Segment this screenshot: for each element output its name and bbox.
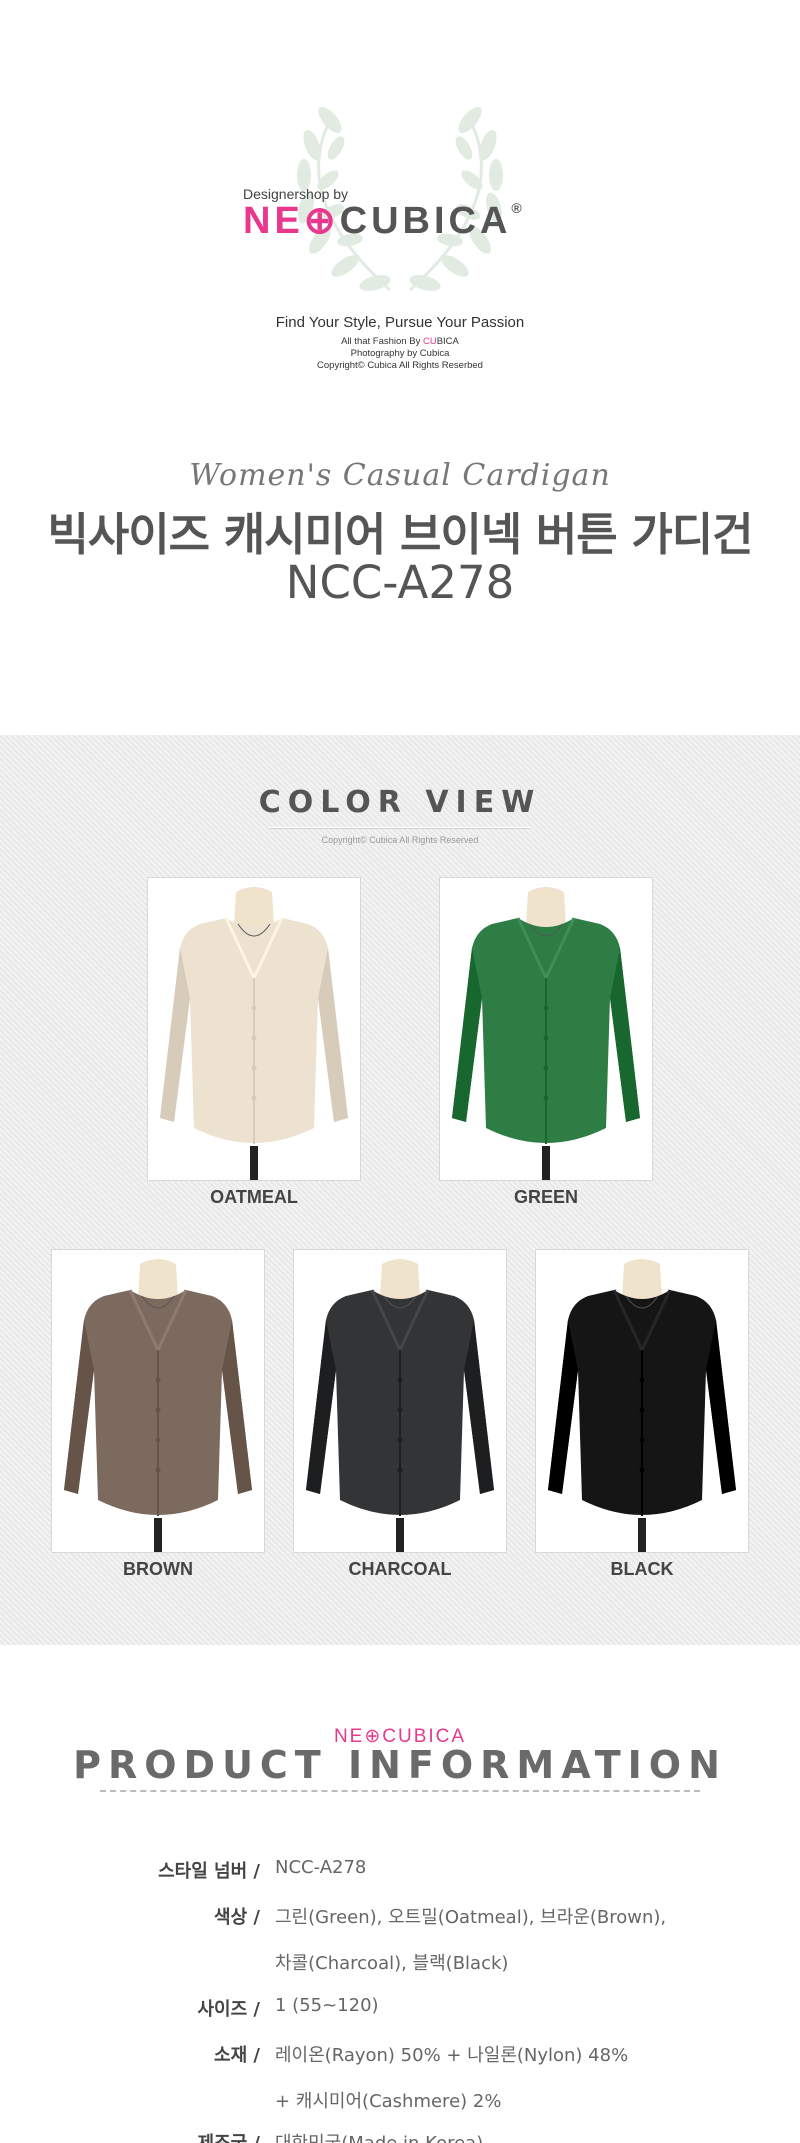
info-label: 색상 / bbox=[214, 1907, 260, 1928]
product-code: NCC-A278 bbox=[285, 556, 515, 609]
mannequin-neck bbox=[622, 1259, 662, 1302]
cardigan-illustration bbox=[548, 1259, 736, 1552]
info-row-material: 소재 / 레이온(Rayon) 50% + 나일론(Nylon) 48% bbox=[0, 2041, 800, 2081]
info-label: 사이즈 / bbox=[197, 1999, 260, 2020]
button bbox=[639, 1407, 645, 1413]
header-copyright: Copyright© Cubica All Rights Reserbed bbox=[317, 360, 483, 371]
info-value: 1 (55~120) bbox=[275, 1995, 379, 2016]
registered-mark: ® bbox=[511, 200, 522, 216]
mannequin-stand bbox=[638, 1518, 646, 1552]
fashion-brand-rest: BICA bbox=[436, 336, 459, 347]
color-label-oatmeal: OATMEAL bbox=[210, 1187, 298, 1207]
cardigan-illustration bbox=[452, 887, 640, 1180]
fashion-line: All that Fashion By CUBICA bbox=[0, 336, 800, 347]
info-value: + 캐시미어(Cashmere) 2% bbox=[275, 2091, 502, 2112]
button bbox=[543, 1095, 549, 1101]
neocubica-logo: NE⊕CUBICA® bbox=[243, 198, 522, 243]
button bbox=[155, 1437, 161, 1443]
product-info-title: PRODUCT INFORMATION bbox=[73, 1743, 727, 1787]
info-row-color: 색상 / 그린(Green), 오트밀(Oatmeal), 브라운(Brown)… bbox=[0, 1903, 800, 1943]
button bbox=[397, 1377, 403, 1383]
button bbox=[639, 1437, 645, 1443]
mannequin-stand bbox=[396, 1518, 404, 1552]
button bbox=[397, 1467, 403, 1473]
button bbox=[251, 1065, 257, 1071]
color-view-copyright: Copyright© Cubica All Rights Reserved bbox=[321, 835, 479, 845]
button bbox=[155, 1467, 161, 1473]
brand-header: Designershop by NE⊕CUBICA® Find Your Sty… bbox=[0, 0, 800, 735]
mannequin-stand bbox=[154, 1518, 162, 1552]
fashion-prefix: All that Fashion By bbox=[341, 336, 423, 347]
color-swatch-green[interactable] bbox=[439, 877, 653, 1181]
button bbox=[397, 1407, 403, 1413]
fashion-brand-cu: CU bbox=[422, 336, 437, 347]
button bbox=[251, 1035, 257, 1041]
color-label-black: BLACK bbox=[610, 1559, 674, 1579]
info-row-size: 사이즈 / 1 (55~120) bbox=[0, 1995, 800, 2035]
script-title: Women's Casual Cardigan bbox=[189, 458, 611, 493]
button bbox=[543, 1005, 549, 1011]
color-swatch-oatmeal[interactable] bbox=[147, 877, 361, 1181]
button bbox=[155, 1407, 161, 1413]
button bbox=[251, 1095, 257, 1101]
info-row-style-number: 스타일 넘버 / NCC-A278 bbox=[0, 1857, 800, 1897]
button bbox=[639, 1377, 645, 1383]
mannequin-stand bbox=[250, 1146, 258, 1180]
info-value: 그린(Green), 오트밀(Oatmeal), 브라운(Brown), bbox=[275, 1907, 667, 1928]
color-label-charcoal: CHARCOAL bbox=[348, 1559, 452, 1579]
button bbox=[543, 1065, 549, 1071]
cardigan-illustration bbox=[64, 1259, 252, 1552]
title-divider bbox=[270, 827, 530, 829]
info-row-origin: 제조국 / 대한민국(Made in Korea) bbox=[0, 2129, 800, 2143]
mannequin-neck bbox=[380, 1259, 420, 1302]
info-value: NCC-A278 bbox=[275, 1857, 367, 1878]
color-swatch-charcoal[interactable] bbox=[293, 1249, 507, 1553]
color-swatch-brown[interactable] bbox=[51, 1249, 265, 1553]
button bbox=[251, 1005, 257, 1011]
mannequin-neck bbox=[138, 1259, 178, 1302]
info-value: 레이온(Rayon) 50% + 나일론(Nylon) 48% bbox=[275, 2045, 629, 2066]
info-label: 소재 / bbox=[214, 2045, 260, 2066]
info-value: 차콜(Charcoal), 블랙(Black) bbox=[275, 1953, 509, 1974]
button bbox=[543, 1035, 549, 1041]
button bbox=[639, 1467, 645, 1473]
product-info-divider bbox=[100, 1790, 700, 1792]
info-label: 스타일 넘버 / bbox=[158, 1861, 260, 1882]
button bbox=[155, 1377, 161, 1383]
logo-neo: NE⊕ bbox=[243, 200, 340, 242]
logo-cubica: CUBICA bbox=[339, 200, 512, 242]
color-label-brown: BROWN bbox=[123, 1559, 193, 1579]
color-label-green: GREEN bbox=[513, 1187, 578, 1207]
color-view-title: COLOR VIEW bbox=[258, 785, 542, 820]
mannequin-stand bbox=[542, 1146, 550, 1180]
color-view-section: COLOR VIEW Copyright© Cubica All Rights … bbox=[0, 735, 800, 1645]
mannequin-neck bbox=[234, 887, 274, 930]
cardigan-illustration bbox=[306, 1259, 494, 1552]
button bbox=[397, 1437, 403, 1443]
info-row-material-cont: + 캐시미어(Cashmere) 2% bbox=[0, 2087, 800, 2127]
tagline: Find Your Style, Pursue Your Passion bbox=[275, 314, 525, 331]
mannequin-neck bbox=[526, 887, 566, 930]
product-information-section: NE⊕CUBICA PRODUCT INFORMATION 스타일 넘버 / N… bbox=[0, 1645, 800, 2143]
product-title: 빅사이즈 캐시미어 브이넥 버튼 가디건 bbox=[47, 508, 753, 561]
cardigan-illustration bbox=[160, 887, 348, 1180]
info-row-color-cont: 차콜(Charcoal), 블랙(Black) bbox=[0, 1949, 800, 1989]
info-label: 제조국 / bbox=[197, 2129, 260, 2143]
color-swatch-black[interactable] bbox=[535, 1249, 749, 1553]
photography-credit: Photography by Cubica bbox=[350, 348, 450, 359]
info-value: 대한민국(Made in Korea) bbox=[275, 2129, 483, 2143]
